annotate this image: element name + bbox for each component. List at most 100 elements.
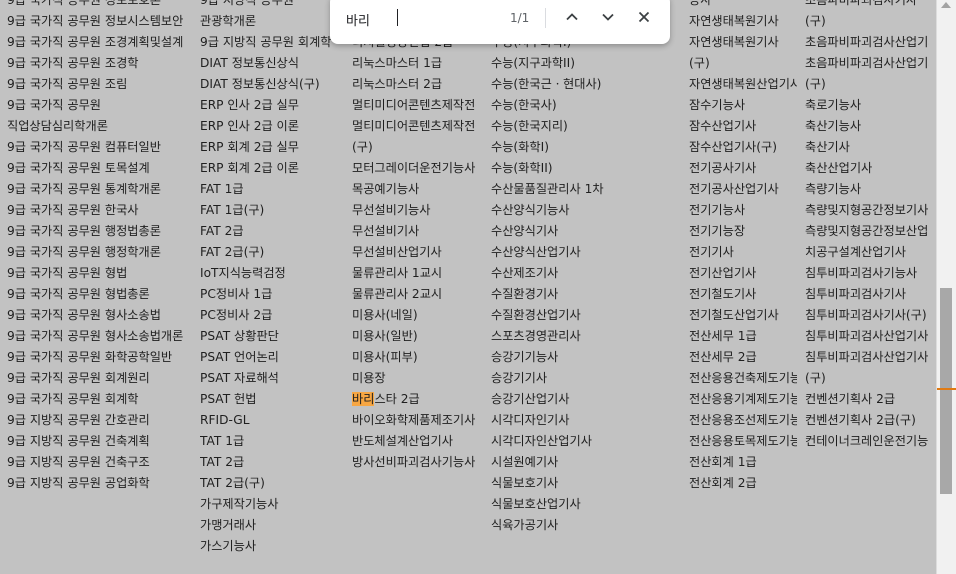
list-item[interactable]: 초음파비파괴검사산업기사(구) — [805, 53, 929, 95]
list-item[interactable]: 승강기기능사 — [491, 347, 677, 368]
list-item[interactable]: 식육가공기사 — [491, 515, 677, 536]
list-item[interactable]: 침투비파괴검사산업기사 — [805, 326, 929, 347]
list-item[interactable]: 전기기사 — [689, 242, 797, 263]
list-item[interactable]: 9급 국가직 공무원 정보보호론 — [7, 0, 193, 11]
list-item[interactable]: 가맹거래사 — [200, 515, 343, 536]
list-item[interactable]: 축산산업기사 — [805, 158, 929, 179]
list-item[interactable]: 수질환경기사 — [491, 284, 677, 305]
list-item[interactable]: IoT지식능력검정 — [200, 263, 343, 284]
list-item[interactable]: 9급 국가직 공무원 토목설계 — [7, 158, 193, 179]
list-item[interactable]: 반도체설계산업기사 — [352, 431, 476, 452]
list-item[interactable]: 9급 국가직 공무원 형법 — [7, 263, 193, 284]
list-item[interactable]: 9급 국가직 공무원 회계학 — [7, 389, 193, 410]
list-item[interactable]: 가구제작기능사 — [200, 494, 343, 515]
list-item[interactable]: ERP 인사 2급 이론 — [200, 116, 343, 137]
list-item[interactable]: 9급 국가직 공무원 컴퓨터일반 — [7, 137, 193, 158]
list-item[interactable]: ERP 회계 2급 이론 — [200, 158, 343, 179]
list-item[interactable]: 리눅스마스터 2급 — [352, 74, 476, 95]
list-item[interactable]: 9급 지방직 공무원 공업화학 — [7, 473, 193, 494]
list-item[interactable]: 바리스타 2급 — [352, 389, 476, 410]
list-item[interactable]: 9급 국가직 공무원 행정학개론 — [7, 242, 193, 263]
list-item[interactable]: 시각디자인기사 — [491, 410, 677, 431]
list-item[interactable]: DIAT 정보통신상식 — [200, 53, 343, 74]
list-item[interactable]: TAT 2급(구) — [200, 473, 343, 494]
list-item[interactable]: 9급 지방직 공무원 건축구조 — [7, 452, 193, 473]
list-item[interactable]: 9급 국가직 공무원 형사소송법 — [7, 305, 193, 326]
list-item[interactable]: 컨벤션기획사 2급(구) — [805, 410, 929, 431]
scroll-thumb[interactable] — [940, 288, 952, 494]
list-item[interactable]: 9급 국가직 공무원 조림 — [7, 74, 193, 95]
list-item[interactable]: FAT 1급(구) — [200, 200, 343, 221]
list-item[interactable]: 시각디자인산업기사 — [491, 431, 677, 452]
list-item[interactable]: 전산응용조선제도기능사 — [689, 410, 797, 431]
list-item[interactable]: PSAT 자료해석 — [200, 368, 343, 389]
list-item[interactable]: 9급 국가직 공무원 한국사 — [7, 200, 193, 221]
list-item[interactable]: 물류관리사 1교시 — [352, 263, 476, 284]
list-item[interactable]: 전기공사기사 — [689, 158, 797, 179]
list-item[interactable]: 수산물품질관리사 1차 — [491, 179, 677, 200]
list-item[interactable]: 수능(화학II) — [491, 158, 677, 179]
list-item[interactable]: 모터그레이더운전기능사 — [352, 158, 476, 179]
list-item[interactable]: 전산세무 1급 — [689, 326, 797, 347]
list-item[interactable]: 9급 국가직 공무원 조경계획및설계 — [7, 32, 193, 53]
list-item[interactable]: 수능(화학I) — [491, 137, 677, 158]
list-item[interactable]: 컨테이너크레인운전기능사 — [805, 431, 929, 452]
list-item[interactable]: FAT 1급 — [200, 179, 343, 200]
list-item[interactable]: 미용사(피부) — [352, 347, 476, 368]
list-item[interactable]: TAT 2급 — [200, 452, 343, 473]
scrollbar[interactable] — [936, 0, 956, 574]
list-item[interactable]: 침투비파괴검사기사(구) — [805, 305, 929, 326]
list-item[interactable]: 9급 국가직 공무원 회계원리 — [7, 368, 193, 389]
list-item[interactable]: 수산제조기사 — [491, 263, 677, 284]
list-item[interactable]: 9급 지방직 공무원 회계학 — [200, 32, 343, 53]
list-item[interactable]: 능사 — [689, 0, 797, 11]
list-item[interactable]: 컨벤션기획사 2급 — [805, 389, 929, 410]
list-item[interactable]: 전기철도산업기사 — [689, 305, 797, 326]
list-item[interactable]: 승강기산업기사 — [491, 389, 677, 410]
list-item[interactable]: 방사선비파괴검사기능사 — [352, 452, 476, 473]
list-item[interactable]: 9급 국가직 공무원 정보시스템보안 — [7, 11, 193, 32]
list-item[interactable]: RFID-GL — [200, 410, 343, 431]
list-item[interactable]: PSAT 헌법 — [200, 389, 343, 410]
list-item[interactable]: PSAT 언어논리 — [200, 347, 343, 368]
find-input[interactable] — [346, 8, 496, 30]
list-item[interactable]: 수능(지구과학II) — [491, 53, 677, 74]
list-item[interactable]: 물류관리사 2교시 — [352, 284, 476, 305]
list-item[interactable]: 리눅스마스터 1급 — [352, 53, 476, 74]
list-item[interactable]: 전기공사산업기사 — [689, 179, 797, 200]
list-item[interactable]: 식물보호산업기사 — [491, 494, 677, 515]
list-item[interactable]: 가스기능사 — [200, 536, 343, 557]
list-item[interactable]: 9급 국가직 공무원 통계학개론 — [7, 179, 193, 200]
list-item[interactable]: 미용사(네일) — [352, 305, 476, 326]
list-item[interactable]: 9급 국가직 공무원 형법총론 — [7, 284, 193, 305]
list-item[interactable]: 잠수산업기사 — [689, 116, 797, 137]
list-item[interactable]: 수산양식기능사 — [491, 200, 677, 221]
list-item[interactable]: 침투비파괴검사기사 — [805, 284, 929, 305]
list-item[interactable]: 전산회계 1급 — [689, 452, 797, 473]
list-item[interactable]: 승강기기사 — [491, 368, 677, 389]
list-item[interactable]: 침투비파괴검사산업기사(구) — [805, 347, 929, 389]
list-item[interactable]: 치공구설계산업기사 — [805, 242, 929, 263]
list-item[interactable]: 무선설비산업기사 — [352, 242, 476, 263]
find-next-button[interactable] — [595, 4, 621, 30]
list-item[interactable]: 무선설비기사 — [352, 221, 476, 242]
list-item[interactable]: 시설원예기사 — [491, 452, 677, 473]
list-item[interactable]: 잠수기능사 — [689, 95, 797, 116]
list-item[interactable]: 자연생태복원기사 — [689, 11, 797, 32]
list-item[interactable]: 9급 국가직 공무원 직업상담심리학개론 — [7, 95, 193, 137]
list-item[interactable]: 멀티미디어콘텐츠제작전문가(구) — [352, 116, 476, 158]
list-item[interactable]: 초음파비파괴검사기사(구) — [805, 0, 929, 32]
list-item[interactable]: 측량기능사 — [805, 179, 929, 200]
find-previous-button[interactable] — [559, 4, 585, 30]
list-item[interactable]: 전기철도기사 — [689, 284, 797, 305]
list-item[interactable]: 축로기능사 — [805, 95, 929, 116]
list-item[interactable]: TAT 1급 — [200, 431, 343, 452]
list-item[interactable]: ERP 회계 2급 실무 — [200, 137, 343, 158]
list-item[interactable]: 9급 지방직 공무원 관광학개론 — [200, 0, 343, 32]
list-item[interactable]: 수산양식산업기사 — [491, 242, 677, 263]
list-item[interactable]: 전산세무 2급 — [689, 347, 797, 368]
list-item[interactable]: DIAT 정보통신상식(구) — [200, 74, 343, 95]
list-item[interactable]: 9급 지방직 공무원 간호관리 — [7, 410, 193, 431]
list-item[interactable]: 전산회계 2급 — [689, 473, 797, 494]
list-item[interactable]: 전기산업기사 — [689, 263, 797, 284]
